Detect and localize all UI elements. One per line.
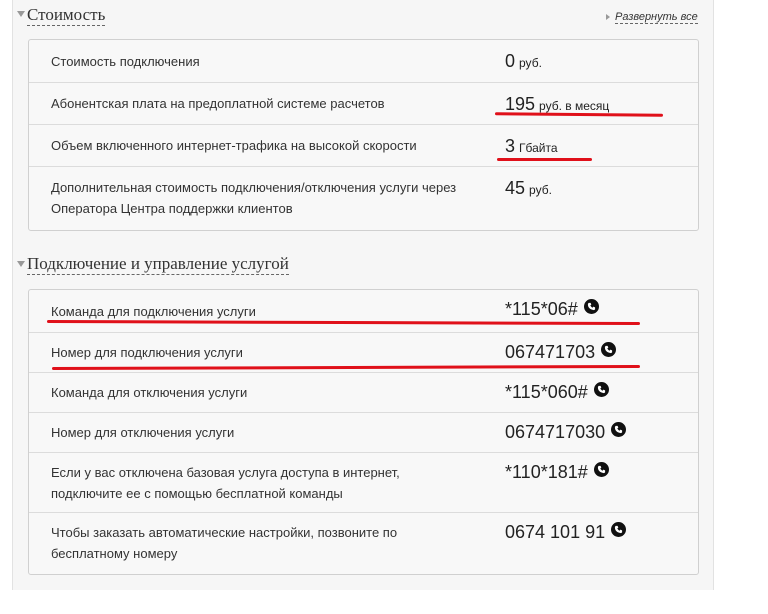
row-label: Если у вас отключена базовая услуга дост… — [51, 465, 400, 501]
phone-icon[interactable] — [611, 522, 627, 537]
row-label: Дополнительная стоимость подключения/отк… — [51, 180, 457, 216]
phone-icon[interactable] — [583, 299, 599, 314]
table-row: Если у вас отключена базовая услуга дост… — [29, 452, 698, 512]
table-row: Стоимость подключения 0 руб. — [29, 40, 698, 82]
row-label: Номер для отключения услуги — [51, 425, 235, 440]
row-label: Команда для отключения услуги — [51, 385, 248, 400]
row-value: *110*181# — [505, 462, 609, 483]
section-title-management[interactable]: Подключение и управление услугой — [27, 254, 289, 275]
management-card: Команда для подключения услуги *115*06# … — [28, 289, 699, 575]
row-label: Объем включенного интернет-трафика на вы… — [51, 138, 417, 153]
phone-icon[interactable] — [593, 382, 609, 397]
row-label: Стоимость подключения — [51, 54, 200, 69]
table-row: Дополнительная стоимость подключения/отк… — [29, 166, 698, 231]
cost-card: Стоимость подключения 0 руб. Абонентская … — [28, 39, 699, 231]
phone-icon[interactable] — [601, 342, 617, 357]
row-value: 0 руб. — [505, 51, 542, 71]
row-value: 0674 101 91 — [505, 522, 627, 543]
table-row: Номер для отключения услуги 0674717030 — [29, 412, 698, 452]
row-value: 0674717030 — [505, 422, 627, 443]
table-row: Объем включенного интернет-трафика на вы… — [29, 124, 698, 166]
expand-all-control[interactable]: Развернуть все — [606, 8, 698, 26]
row-value: *115*06# — [505, 299, 599, 320]
row-label: Команда для подключения услуги — [51, 304, 256, 319]
arrow-right-icon — [606, 13, 610, 20]
collapse-caret-icon[interactable] — [17, 11, 25, 17]
table-row: Команда для отключения услуги *115*060# — [29, 372, 698, 412]
phone-icon[interactable] — [593, 462, 609, 477]
row-label: Абонентская плата на предоплатной систем… — [51, 96, 385, 111]
annotation-underline — [497, 158, 592, 161]
row-value: *115*060# — [505, 382, 609, 403]
table-row: Абонентская плата на предоплатной систем… — [29, 82, 698, 124]
row-value: 3 Гбайта — [505, 136, 558, 156]
expand-all-link[interactable]: Развернуть все — [615, 10, 698, 24]
row-value: 067471703 — [505, 342, 617, 363]
row-label: Номер для подключения услуги — [51, 345, 243, 360]
table-row: Команда для подключения услуги *115*06# — [29, 290, 698, 332]
collapse-caret-icon[interactable] — [17, 261, 25, 267]
section-title-cost[interactable]: Стоимость — [27, 5, 106, 26]
table-row: Чтобы заказать автоматические настройки,… — [29, 512, 698, 574]
row-label: Чтобы заказать автоматические настройки,… — [51, 525, 398, 561]
row-value: 45 руб. — [505, 178, 552, 198]
phone-icon[interactable] — [611, 422, 627, 437]
